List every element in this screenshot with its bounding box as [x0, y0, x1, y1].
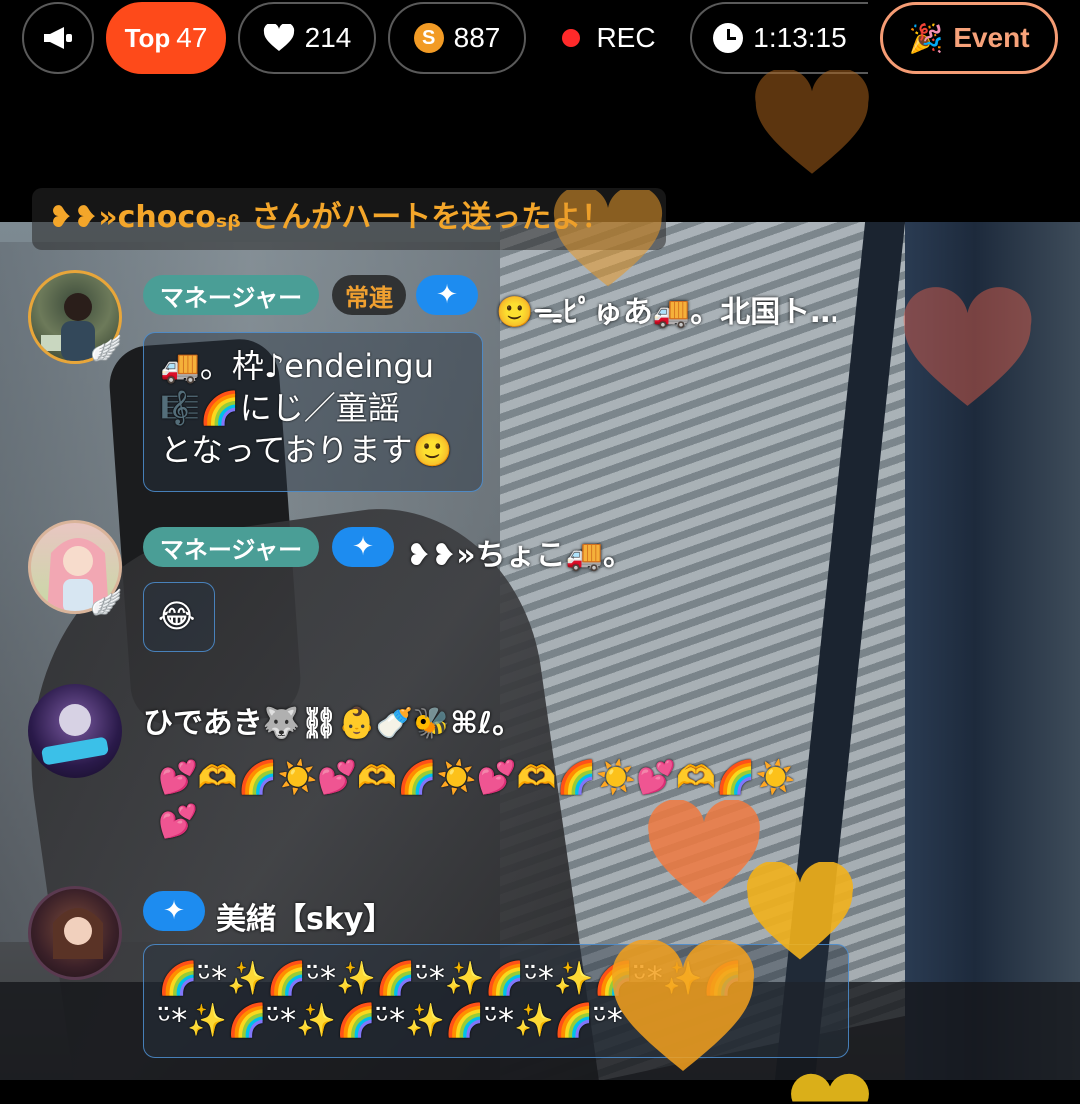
- regular-tag: 常連: [332, 275, 406, 315]
- message-line: 🚚。枠♪endeingu: [160, 347, 435, 385]
- floating-heart-icon: [744, 862, 856, 966]
- event-button[interactable]: 🎉 Event: [880, 2, 1058, 74]
- message-bubble: 😂: [143, 582, 215, 652]
- megaphone-icon: [42, 25, 74, 51]
- message-line: となっております🙂: [160, 431, 453, 469]
- megaphone-button[interactable]: [22, 2, 94, 74]
- username[interactable]: 🙂ᯓﾋﾟゅあ🚚。北国ト…: [496, 287, 836, 331]
- manager-tag: マネージャー: [143, 275, 319, 315]
- coin-icon: S: [413, 23, 444, 53]
- floating-heart-icon: [752, 70, 872, 180]
- timer-pill: 1:13:15: [690, 2, 868, 74]
- username[interactable]: ❥❥»ちょこ🚚。: [406, 530, 706, 574]
- rec-label: REC: [596, 22, 656, 53]
- top-bar: Top 47 214 S 887 REC 1:13:15 🎉 Event: [0, 0, 1080, 78]
- message-line: 🎼🌈にじ／童謡: [160, 389, 400, 427]
- floating-heart-icon: [790, 1064, 870, 1104]
- avatar-image: [41, 704, 109, 765]
- rank-value: 47: [176, 22, 208, 53]
- rank-prefix: Top: [124, 22, 171, 53]
- message-bubble: 🚚。枠♪endeingu 🎼🌈にじ／童謡 となっております🙂: [143, 332, 483, 492]
- event-label: Event: [953, 22, 1030, 53]
- wing-icon: 🪽: [90, 588, 123, 618]
- plus-tag: ✦: [332, 527, 394, 567]
- heart-icon: [263, 24, 295, 52]
- floating-heart-icon: [608, 940, 758, 1080]
- floating-heart-icon: [900, 286, 1035, 416]
- timer-value: 1:13:15: [753, 22, 847, 53]
- hearts-count: 214: [304, 22, 352, 53]
- message-line: 💕🫶🌈☀️💕🫶🌈☀️💕🫶🌈☀️💕🫶🌈☀️: [158, 758, 796, 796]
- coins-counter[interactable]: S 887: [388, 2, 526, 74]
- plus-tag: ✦: [416, 275, 478, 315]
- manager-tag: マネージャー: [143, 527, 319, 567]
- rec-dot-icon: [562, 29, 581, 47]
- username[interactable]: 美緒【sky】: [216, 894, 516, 938]
- coins-count: 887: [453, 22, 501, 53]
- gift-notification-text: ❥❥»chocoₛᵦ さんがハートを送ったよ！: [48, 200, 612, 235]
- avatar[interactable]: [28, 886, 122, 980]
- clock-icon: [713, 23, 744, 53]
- wing-icon: 🪽: [90, 334, 123, 364]
- party-popper-icon: 🎉: [908, 22, 944, 54]
- avatar[interactable]: [28, 684, 122, 778]
- hearts-counter[interactable]: 214: [238, 2, 376, 74]
- plus-tag: ✦: [143, 891, 205, 931]
- rank-badge[interactable]: Top 47: [106, 2, 226, 74]
- message-line: 😂: [158, 597, 196, 635]
- rec-indicator: REC: [546, 2, 672, 74]
- username[interactable]: ひであき🐺⛓👶🍼🐝⌘ℓ。: [143, 698, 593, 742]
- floating-heart-icon: [548, 190, 668, 290]
